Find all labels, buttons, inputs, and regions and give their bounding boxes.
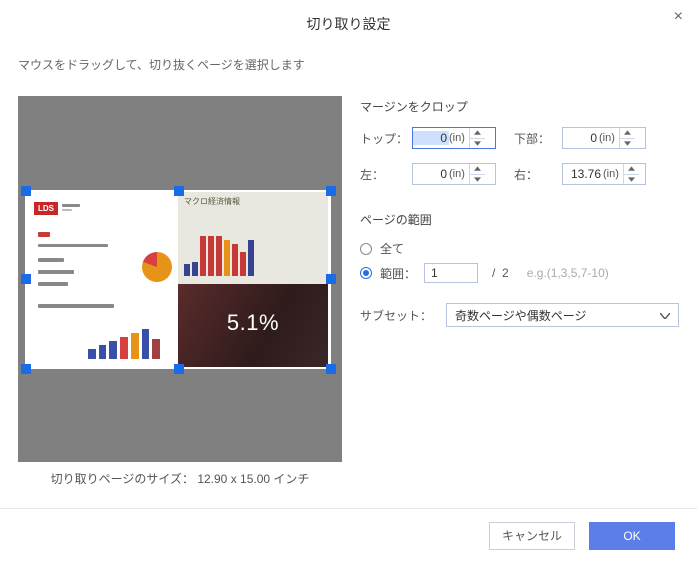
spinner-up-icon[interactable] [470,128,485,139]
crop-size-label: 切り取りページのサイズ： 12.90 x 15.00 インチ [18,470,342,487]
left-unit: (in) [449,168,469,180]
bottom-spinner[interactable] [619,128,635,148]
crop-handle-ml[interactable] [21,274,31,284]
bottom-margin-input[interactable]: (in) [562,127,646,149]
close-icon[interactable]: × [674,8,683,26]
top-label: トップ： [360,130,412,147]
left-margin-input[interactable]: (in) [412,163,496,185]
dialog-title: 切り取り設定 [0,14,697,34]
crop-handle-bc[interactable] [174,364,184,374]
spinner-up-icon[interactable] [624,164,639,175]
chevron-down-icon [660,308,670,322]
dialog-footer: キャンセル OK [0,508,697,562]
subset-selected: 奇数ページや偶数ページ [455,307,587,324]
bar-chart-thumb [88,327,160,359]
settings-panel: マージンをクロップ トップ： (in) 下部： (in) [360,98,679,327]
left-margin-field[interactable] [413,167,449,181]
spinner-down-icon[interactable] [624,175,639,185]
spinner-down-icon[interactable] [620,139,635,149]
right-unit: (in) [603,168,623,180]
bottom-unit: (in) [599,132,619,144]
right-spinner[interactable] [623,164,639,184]
crop-handle-br[interactable] [326,364,336,374]
cancel-button[interactable]: キャンセル [489,522,575,550]
pie-chart-thumb [142,252,172,282]
right-bars-thumb [184,230,274,276]
top-spinner[interactable] [469,128,485,148]
range-input[interactable] [424,263,478,283]
ok-button[interactable]: OK [589,522,675,550]
spinner-down-icon[interactable] [470,139,485,149]
top-unit: (in) [449,132,469,144]
crop-handle-tc[interactable] [174,186,184,196]
spinner-up-icon[interactable] [620,128,635,139]
range-title: ページの範囲 [360,211,679,228]
range-all-label: 全て [380,240,404,257]
top-margin-input[interactable]: (in) [412,127,496,149]
top-margin-field[interactable] [413,131,449,145]
bottom-margin-field[interactable] [563,131,599,145]
bottom-label: 下部： [514,130,562,147]
crop-handle-tl[interactable] [21,186,31,196]
spinner-up-icon[interactable] [470,164,485,175]
subset-label: サブセット： [360,307,432,324]
range-total: / 2 [492,266,509,280]
spinner-down-icon[interactable] [470,175,485,185]
range-label: 範囲： [380,265,416,282]
percentage-label: 5.1% [178,310,328,336]
instructions-text: マウスをドラッグして、切り抜くページを選択します [18,56,305,73]
subset-select[interactable]: 奇数ページや偶数ページ [446,303,679,327]
crop-dialog: 切り取り設定 × マウスをドラッグして、切り抜くページを選択します LDS [0,0,697,562]
page-preview[interactable]: LDS [18,96,342,462]
crop-handle-tr[interactable] [326,186,336,196]
range-custom-radio[interactable] [360,267,372,279]
left-spinner[interactable] [469,164,485,184]
crop-handle-mr[interactable] [326,274,336,284]
left-label: 左： [360,166,412,183]
page-thumbnail: LDS [28,192,328,367]
crop-handle-bl[interactable] [21,364,31,374]
range-all-radio[interactable] [360,243,372,255]
macro-header: マクロ経済情報 [184,196,240,207]
range-hint: e.g.(1,3,5,7-10) [527,266,609,280]
right-margin-field[interactable] [563,167,603,181]
lds-badge: LDS [34,202,58,215]
right-label: 右： [514,166,562,183]
right-margin-input[interactable]: (in) [562,163,646,185]
margins-title: マージンをクロップ [360,98,679,115]
